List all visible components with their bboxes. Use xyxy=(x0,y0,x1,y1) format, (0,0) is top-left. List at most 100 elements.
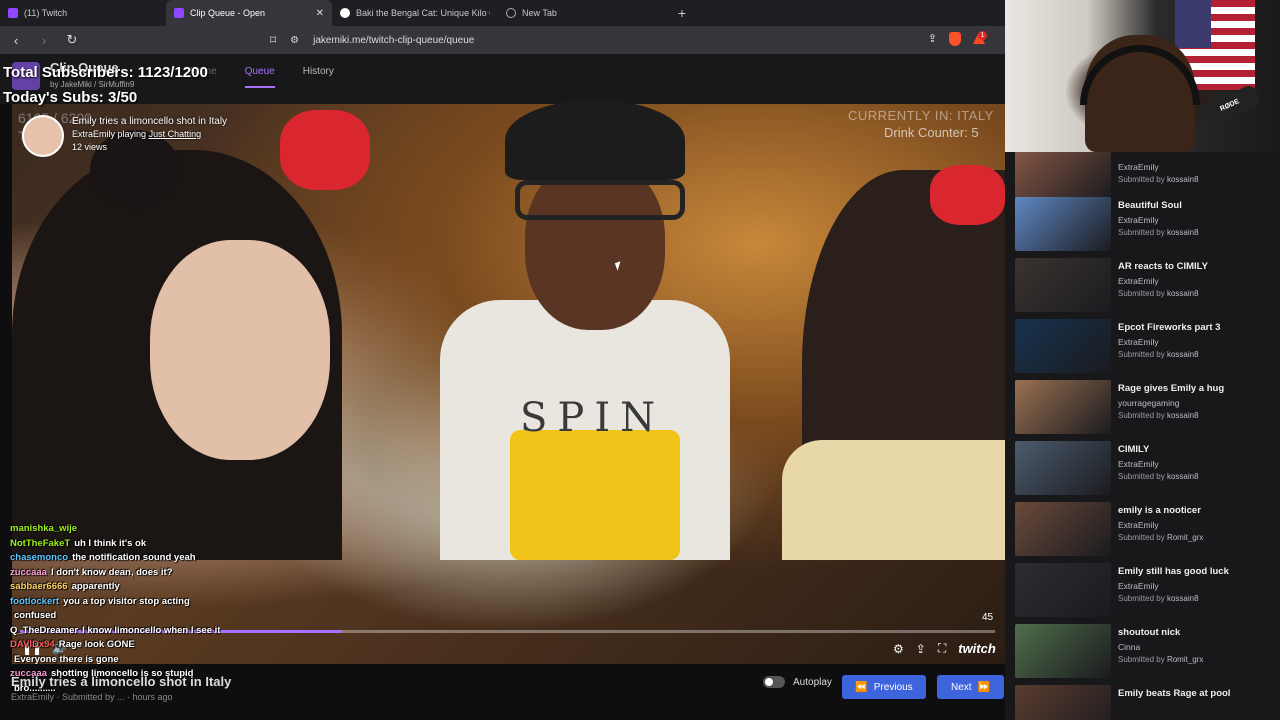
queue-item[interactable]: Emily beats Rage at pool xyxy=(1015,685,1275,720)
queue-thumbnail[interactable] xyxy=(1015,152,1111,198)
chat-text: confused xyxy=(14,610,57,621)
chat-username[interactable]: sabbaer6666 xyxy=(10,580,68,595)
total-subscribers: Total Subscribers: 1123/1200 xyxy=(3,64,208,81)
queue-item[interactable]: Epcot Fireworks part 3 ExtraEmily Submitte… xyxy=(1015,319,1275,375)
chat-text: Everyone there is gone xyxy=(14,653,119,665)
chat-message: footlockert you a top visitor stop acting xyxy=(10,595,280,610)
queue-submitter-line: Submitted by kossain8 xyxy=(1118,472,1199,481)
back-icon[interactable]: ‹ xyxy=(8,33,24,48)
queue-thumbnail[interactable] xyxy=(1015,197,1111,251)
twitch-favicon-icon xyxy=(8,8,18,18)
forward-icon[interactable]: › xyxy=(36,33,52,48)
url-text: jakemiki.me/twitch-clip-queue/queue xyxy=(313,34,475,46)
chat-username[interactable]: Q_TheDreamer xyxy=(10,624,78,639)
avatar[interactable] xyxy=(22,115,64,157)
queue-channel: ExtraEmily xyxy=(1118,581,1159,591)
nav-queue[interactable]: Queue xyxy=(244,66,275,88)
queue-submitter-line: Submitted by Romit_grx xyxy=(1118,655,1203,664)
submitted-by-label: Submitted by xyxy=(1118,350,1165,359)
queue-item[interactable]: shoutout nick Cinna Submitted by Romit_grx xyxy=(1015,624,1275,680)
queue-item[interactable]: emily is a nooticer ExtraEmily Submitted b… xyxy=(1015,502,1275,558)
queue-thumbnail[interactable] xyxy=(1015,502,1111,556)
queue-channel: ExtraEmily xyxy=(1118,337,1159,347)
video-cap xyxy=(505,100,685,180)
player-controls-right: ⚙ ⇪ ⛶ twitch xyxy=(893,641,996,656)
close-tab-icon[interactable]: ✕ xyxy=(316,8,324,19)
reload-icon[interactable]: ↻ xyxy=(64,32,80,48)
queue-thumbnail[interactable] xyxy=(1015,685,1111,720)
chat-username[interactable]: manishka_wije xyxy=(10,522,77,537)
chat-message: Everyone there is gone xyxy=(10,653,280,668)
clip-views: 12 views xyxy=(72,142,108,152)
tab-label: Baki the Bengal Cat: Unique Kilo Cha xyxy=(356,8,490,18)
queue-thumbnail[interactable] xyxy=(1015,441,1111,495)
chat-message: Q_TheDreamer I know limoncello when I see… xyxy=(10,624,280,639)
fullscreen-icon[interactable]: ⛶ xyxy=(938,641,946,656)
queue-title: CIMILY xyxy=(1118,444,1150,455)
today-subs: Today's Subs: 3/50 xyxy=(3,89,138,106)
video-face-left xyxy=(150,240,330,460)
new-tab-favicon-icon xyxy=(506,8,516,18)
new-tab-button[interactable]: + xyxy=(670,5,694,21)
settings-gear-icon[interactable]: ⚙ xyxy=(893,642,904,656)
chat-username[interactable]: DAVIDx94 xyxy=(10,638,55,653)
queue-channel: ExtraEmily xyxy=(1118,276,1159,286)
queue-submitter: kossain8 xyxy=(1166,228,1199,237)
previous-button[interactable]: ⏪ Previous xyxy=(842,675,926,699)
chat-username[interactable]: NotTheFakeT xyxy=(10,537,70,552)
bookmark-icon[interactable]: ⌑ xyxy=(270,33,276,47)
brave-shield-icon[interactable] xyxy=(949,32,961,46)
queue-submitter: kossain8 xyxy=(1166,594,1199,603)
queue-title: Rage gives Emily a hug xyxy=(1118,383,1225,394)
tab-clip-queue[interactable]: Clip Queue - Open ✕ xyxy=(166,0,332,26)
submitted-by-label: Submitted by xyxy=(1118,594,1165,603)
chat-username[interactable]: chasemonco xyxy=(10,551,68,566)
tab-twitch[interactable]: (11) Twitch xyxy=(0,0,166,26)
site-info-icon[interactable]: ⚙ xyxy=(290,35,299,46)
queue-thumbnail[interactable] xyxy=(1015,563,1111,617)
share-icon[interactable]: ⇪ xyxy=(916,642,926,656)
queue-item[interactable]: ExtraEmily Submitted by kossain8 xyxy=(1015,152,1275,200)
share-icon[interactable]: ⇪ xyxy=(928,32,937,46)
current-country: CURRENTLY IN: ITALY xyxy=(848,108,994,123)
chat-message: manishka_wije xyxy=(10,522,280,537)
queue-submitter: kossain8 xyxy=(1166,411,1199,420)
video-glasses xyxy=(515,180,685,220)
tab-label: New Tab xyxy=(522,8,557,18)
queue-thumbnail[interactable] xyxy=(1015,258,1111,312)
next-button[interactable]: Next ⏩ xyxy=(937,675,1004,699)
autoplay-control: Autoplay xyxy=(763,676,832,688)
queue-submitter-line: Submitted by kossain8 xyxy=(1118,594,1199,603)
chat-message: NotTheFakeT uh I think it's ok xyxy=(10,537,280,552)
shirt-print-text: SPIN xyxy=(520,395,666,441)
queue-item[interactable]: CIMILY ExtraEmily Submitted by kossain8 xyxy=(1015,441,1275,497)
queue-submitter: kossain8 xyxy=(1166,175,1199,184)
tab-new-tab[interactable]: New Tab xyxy=(498,0,664,26)
chat-text: apparently xyxy=(71,581,120,592)
clip-channel[interactable]: ExtraEmily xyxy=(72,129,115,139)
submitted-by-label: Submitted by xyxy=(1118,655,1165,664)
chat-text: you a top visitor stop acting xyxy=(63,595,190,607)
chat-username[interactable]: zuccaaa xyxy=(10,566,47,581)
queue-thumbnail[interactable] xyxy=(1015,319,1111,373)
queue-item[interactable]: Beautiful Soul ExtraEmily Submitted by kos… xyxy=(1015,197,1275,253)
url-field[interactable]: ⌑ ⚙ jakemiki.me/twitch-clip-queue/queue xyxy=(270,33,474,47)
chat-username[interactable]: footlockert xyxy=(10,595,59,610)
chat-message: chasemonco the notification sound yeah xyxy=(10,551,280,566)
clip-category-link[interactable]: Just Chatting xyxy=(149,129,202,139)
nav-history[interactable]: History xyxy=(303,66,334,88)
queue-thumbnail[interactable] xyxy=(1015,624,1111,678)
queue-thumbnail[interactable] xyxy=(1015,380,1111,434)
submitted-by-label: Submitted by xyxy=(1118,175,1165,184)
chat-overlay: manishka_wije NotTheFakeT uh I think it's … xyxy=(10,522,280,696)
queue-channel: Cinna xyxy=(1118,642,1141,652)
queue-item[interactable]: Emily still has good luck ExtraEmily Submi… xyxy=(1015,563,1275,619)
browser-tab-bar: (11) Twitch Clip Queue - Open ✕ Baki the… xyxy=(0,0,1005,26)
queue-item[interactable]: AR reacts to CIMILY ExtraEmily Submitted b… xyxy=(1015,258,1275,314)
autoplay-toggle[interactable] xyxy=(763,676,785,688)
twitch-logo-icon[interactable]: twitch xyxy=(958,641,996,656)
video-timer: 45 xyxy=(982,612,994,623)
queue-channel: ExtraEmily xyxy=(1118,459,1159,469)
tab-baki[interactable]: Baki the Bengal Cat: Unique Kilo Cha xyxy=(332,0,498,26)
queue-item[interactable]: Rage gives Emily a hug yourragegaming Subm… xyxy=(1015,380,1275,436)
